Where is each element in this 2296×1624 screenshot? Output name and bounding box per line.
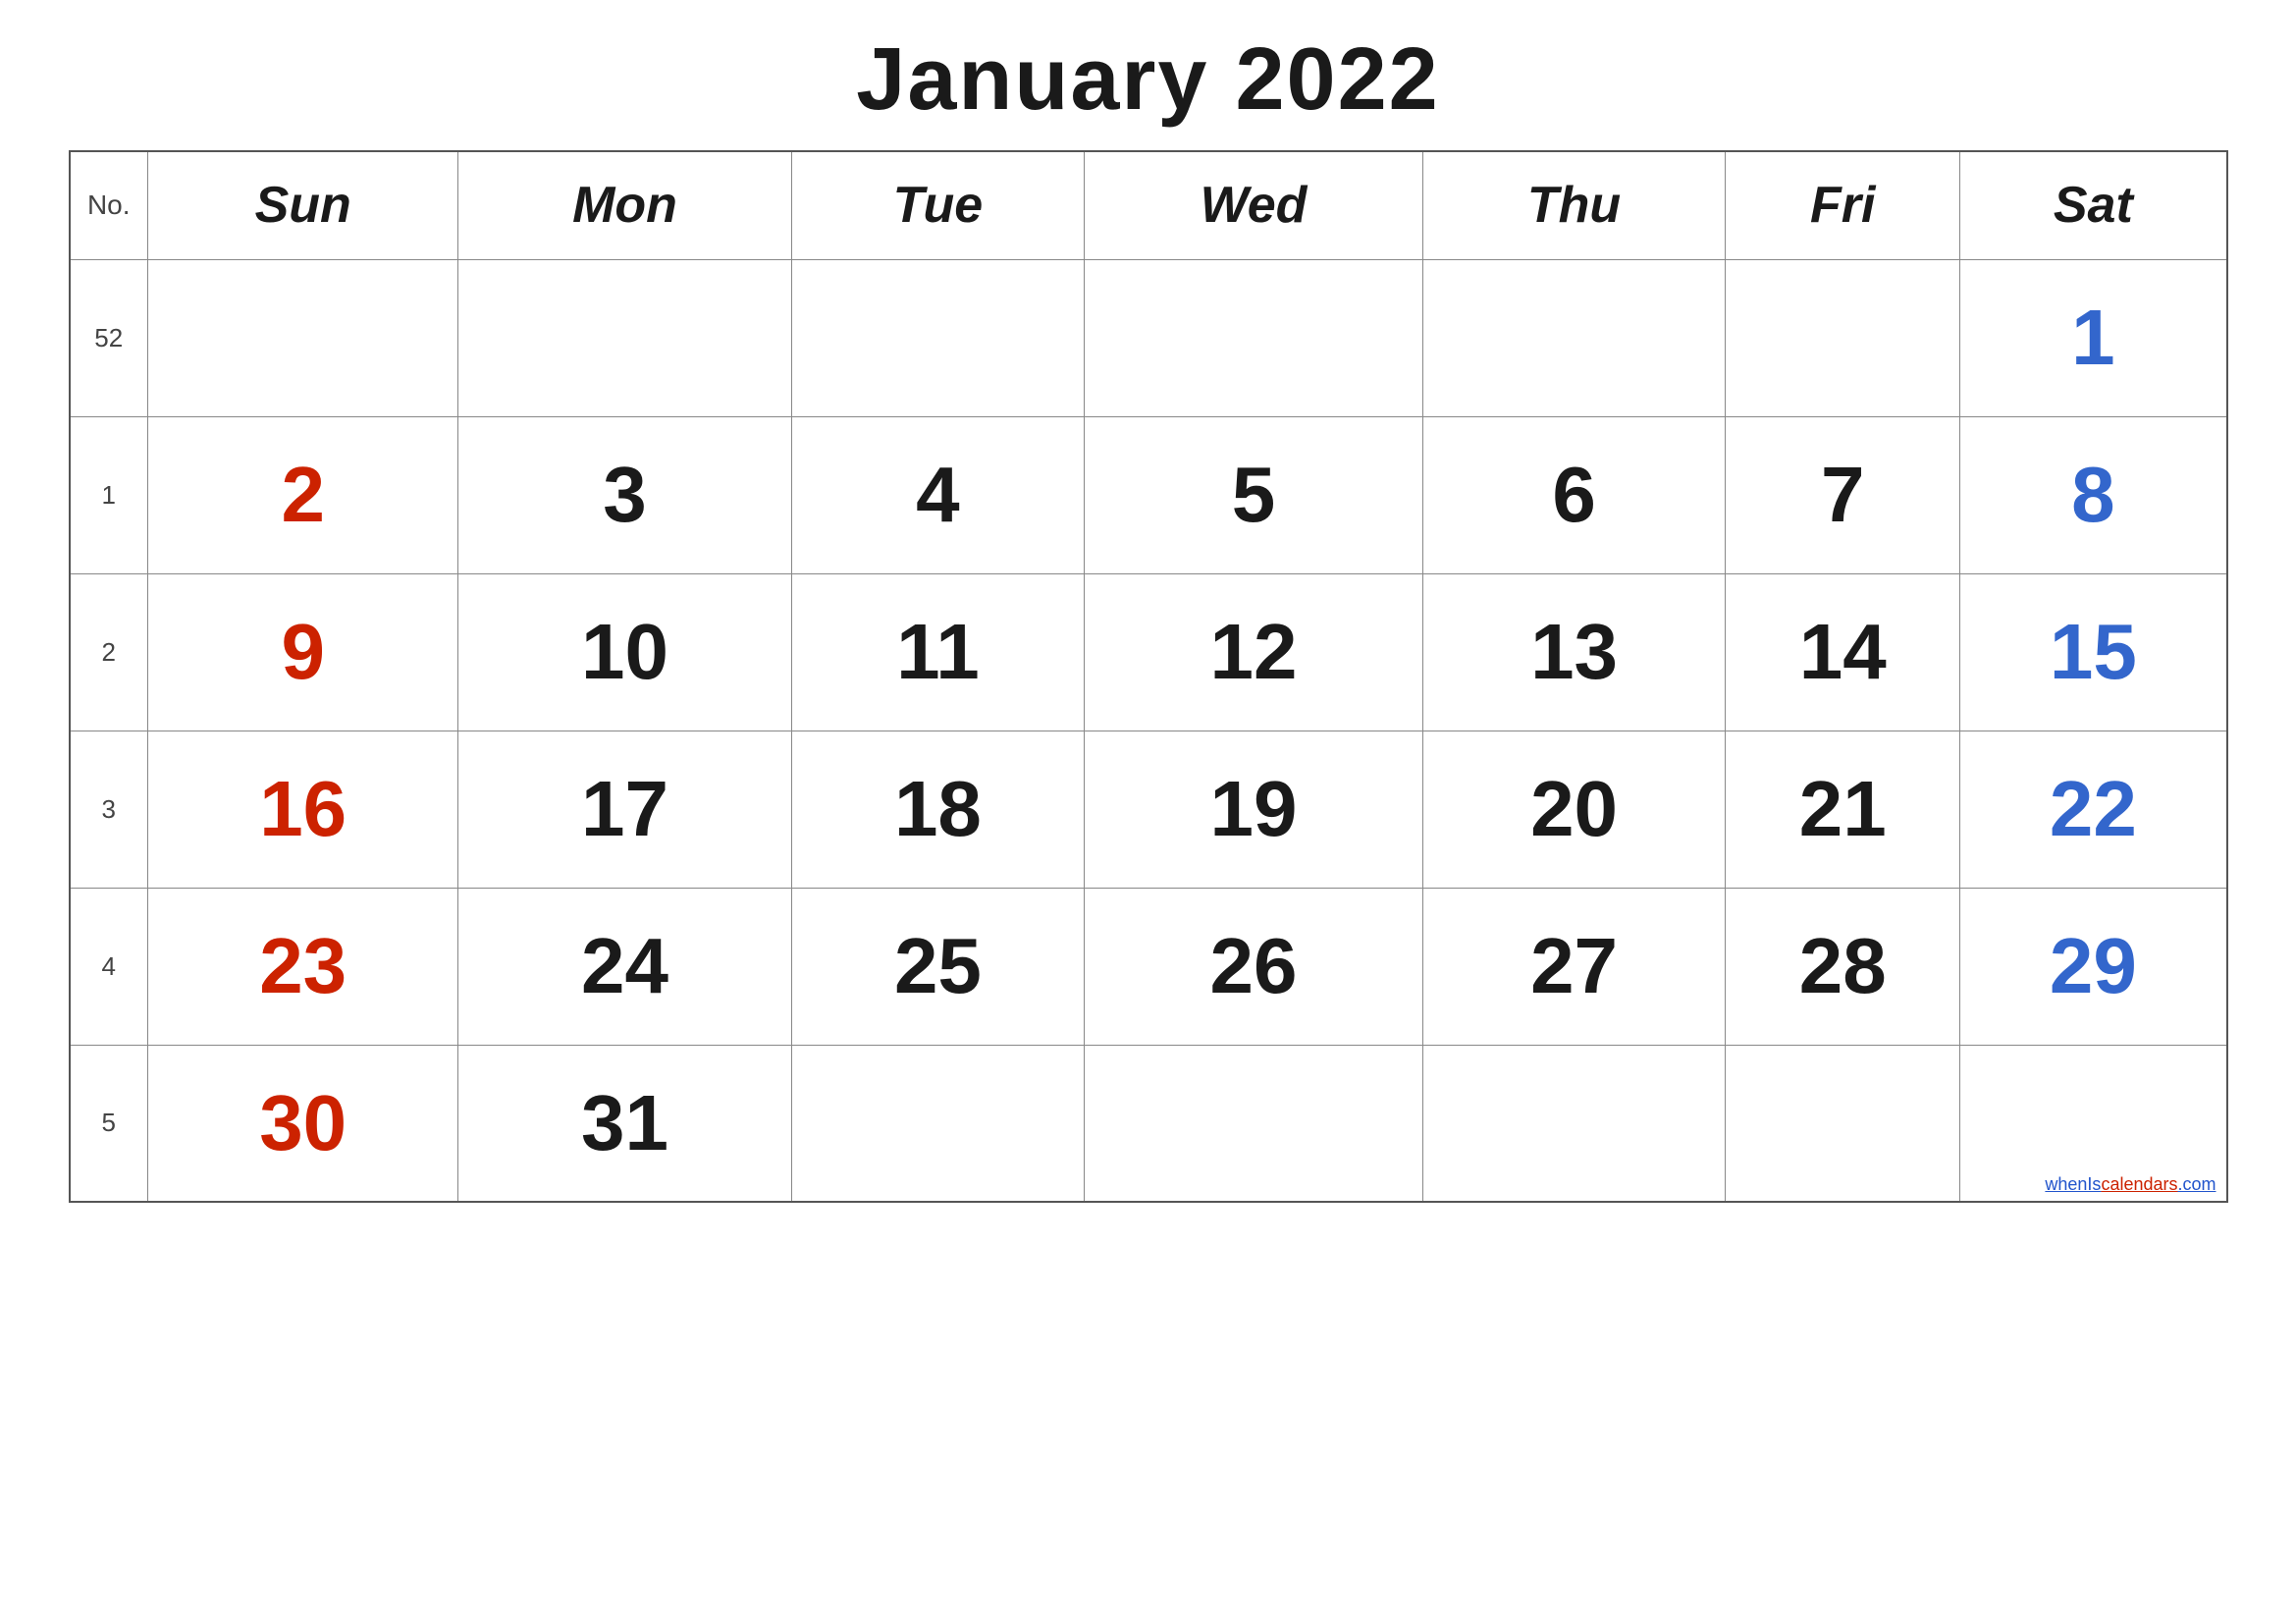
calendar-table: No. Sun Mon Tue Wed Thu Fri Sat 52112345… (69, 150, 2228, 1203)
calendar-cell: 8 (1960, 416, 2227, 573)
header-wednesday: Wed (1085, 151, 1423, 259)
calendar-cell: 4 (791, 416, 1085, 573)
week-number: 2 (70, 573, 148, 731)
calendar-row: 316171819202122 (70, 731, 2227, 888)
calendar-row: 423242526272829 (70, 888, 2227, 1045)
calendar-cell: 13 (1422, 573, 1726, 731)
calendar-cell (1085, 1045, 1423, 1202)
week-number: 4 (70, 888, 148, 1045)
header-monday: Mon (458, 151, 791, 259)
calendar-wrapper: No. Sun Mon Tue Wed Thu Fri Sat 52112345… (69, 150, 2228, 1203)
calendar-cell (1422, 259, 1726, 416)
page-title: January 2022 (856, 29, 1439, 131)
calendar-cell: 1 (1960, 259, 2227, 416)
calendar-cell: 31 (458, 1045, 791, 1202)
calendar-cell: 21 (1726, 731, 1960, 888)
calendar-cell: 20 (1422, 731, 1726, 888)
calendar-row: 12345678 (70, 416, 2227, 573)
week-number: 52 (70, 259, 148, 416)
calendar-cell: 12 (1085, 573, 1423, 731)
calendar-cell: 10 (458, 573, 791, 731)
calendar-row: 52 1 (70, 259, 2227, 416)
calendar-cell: 26 (1085, 888, 1423, 1045)
header-no: No. (70, 151, 148, 259)
header-tuesday: Tue (791, 151, 1085, 259)
header-row: No. Sun Mon Tue Wed Thu Fri Sat (70, 151, 2227, 259)
calendar-cell: 24 (458, 888, 791, 1045)
calendar-cell: 29 (1960, 888, 2227, 1045)
header-saturday: Sat (1960, 151, 2227, 259)
calendar-cell: 18 (791, 731, 1085, 888)
calendar-cell: 5 (1085, 416, 1423, 573)
calendar-cell: 28 (1726, 888, 1960, 1045)
calendar-cell: 23 (148, 888, 458, 1045)
calendar-cell: 7 (1726, 416, 1960, 573)
calendar-cell (458, 259, 791, 416)
calendar-cell: 19 (1085, 731, 1423, 888)
header-friday: Fri (1726, 151, 1960, 259)
calendar-cell: 11 (791, 573, 1085, 731)
calendar-cell: 14 (1726, 573, 1960, 731)
calendar-cell: 30 (148, 1045, 458, 1202)
calendar-cell (1422, 1045, 1726, 1202)
calendar-cell: whenIscalendars.com (1960, 1045, 2227, 1202)
calendar-cell: 25 (791, 888, 1085, 1045)
calendar-cell: 16 (148, 731, 458, 888)
week-number: 5 (70, 1045, 148, 1202)
calendar-cell: 17 (458, 731, 791, 888)
calendar-cell: 15 (1960, 573, 2227, 731)
week-number: 3 (70, 731, 148, 888)
calendar-cell (148, 259, 458, 416)
header-thursday: Thu (1422, 151, 1726, 259)
calendar-cell: 2 (148, 416, 458, 573)
calendar-cell (791, 259, 1085, 416)
watermark: whenIscalendars.com (2045, 1174, 2216, 1195)
calendar-cell (1726, 1045, 1960, 1202)
calendar-row: 29101112131415 (70, 573, 2227, 731)
calendar-cell (1085, 259, 1423, 416)
week-number: 1 (70, 416, 148, 573)
calendar-row: 53031 whenIscalendars.com (70, 1045, 2227, 1202)
calendar-cell: 3 (458, 416, 791, 573)
calendar-cell (791, 1045, 1085, 1202)
calendar-cell: 27 (1422, 888, 1726, 1045)
calendar-cell (1726, 259, 1960, 416)
calendar-cell: 9 (148, 573, 458, 731)
calendar-cell: 6 (1422, 416, 1726, 573)
calendar-cell: 22 (1960, 731, 2227, 888)
header-sunday: Sun (148, 151, 458, 259)
